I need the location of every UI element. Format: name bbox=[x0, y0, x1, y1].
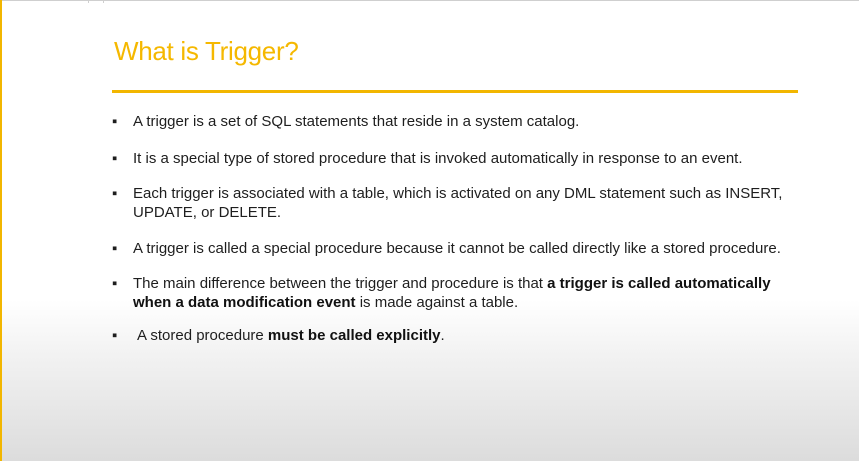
bullet-list: ▪ A trigger is a set of SQL statements t… bbox=[112, 112, 802, 345]
bullet-text: Each trigger is associated with a table,… bbox=[133, 185, 783, 221]
list-item: ▪ The main difference between the trigge… bbox=[112, 274, 802, 312]
slide: What is Trigger? ▪ A trigger is a set of… bbox=[0, 0, 859, 461]
bullet-text: A trigger is called a special procedure … bbox=[133, 240, 781, 257]
list-item: ▪ A stored procedure must be called expl… bbox=[112, 326, 802, 345]
list-item: ▪ Each trigger is associated with a tabl… bbox=[112, 184, 802, 222]
bullet-text: A trigger is a set of SQL statements tha… bbox=[133, 113, 580, 130]
top-marker bbox=[88, 0, 104, 3]
bullet-icon: ▪ bbox=[112, 113, 118, 130]
list-item: ▪ A trigger is a set of SQL statements t… bbox=[112, 112, 802, 131]
bullet-text-after: is made against a table. bbox=[355, 294, 519, 311]
bullet-bold-text: must be called explicitly bbox=[267, 327, 441, 344]
list-item: ▪ It is a special type of stored procedu… bbox=[112, 149, 802, 168]
bullet-icon: ▪ bbox=[112, 185, 118, 202]
bullet-icon: ▪ bbox=[112, 275, 118, 292]
bullet-icon: ▪ bbox=[112, 240, 118, 257]
bullet-text: It is a special type of stored procedure… bbox=[133, 150, 743, 167]
title-divider bbox=[112, 90, 798, 93]
bullet-text-after: . bbox=[440, 327, 445, 344]
slide-title: What is Trigger? bbox=[114, 36, 299, 66]
bullet-icon: ▪ bbox=[112, 150, 118, 167]
left-accent-bar bbox=[0, 0, 2, 461]
bullet-text-before: A stored procedure bbox=[137, 327, 268, 344]
bullet-icon: ▪ bbox=[112, 327, 118, 344]
top-border bbox=[0, 0, 859, 1]
list-item: ▪ A trigger is called a special procedur… bbox=[112, 239, 802, 258]
bullet-text-before: The main difference between the trigger … bbox=[133, 275, 548, 292]
